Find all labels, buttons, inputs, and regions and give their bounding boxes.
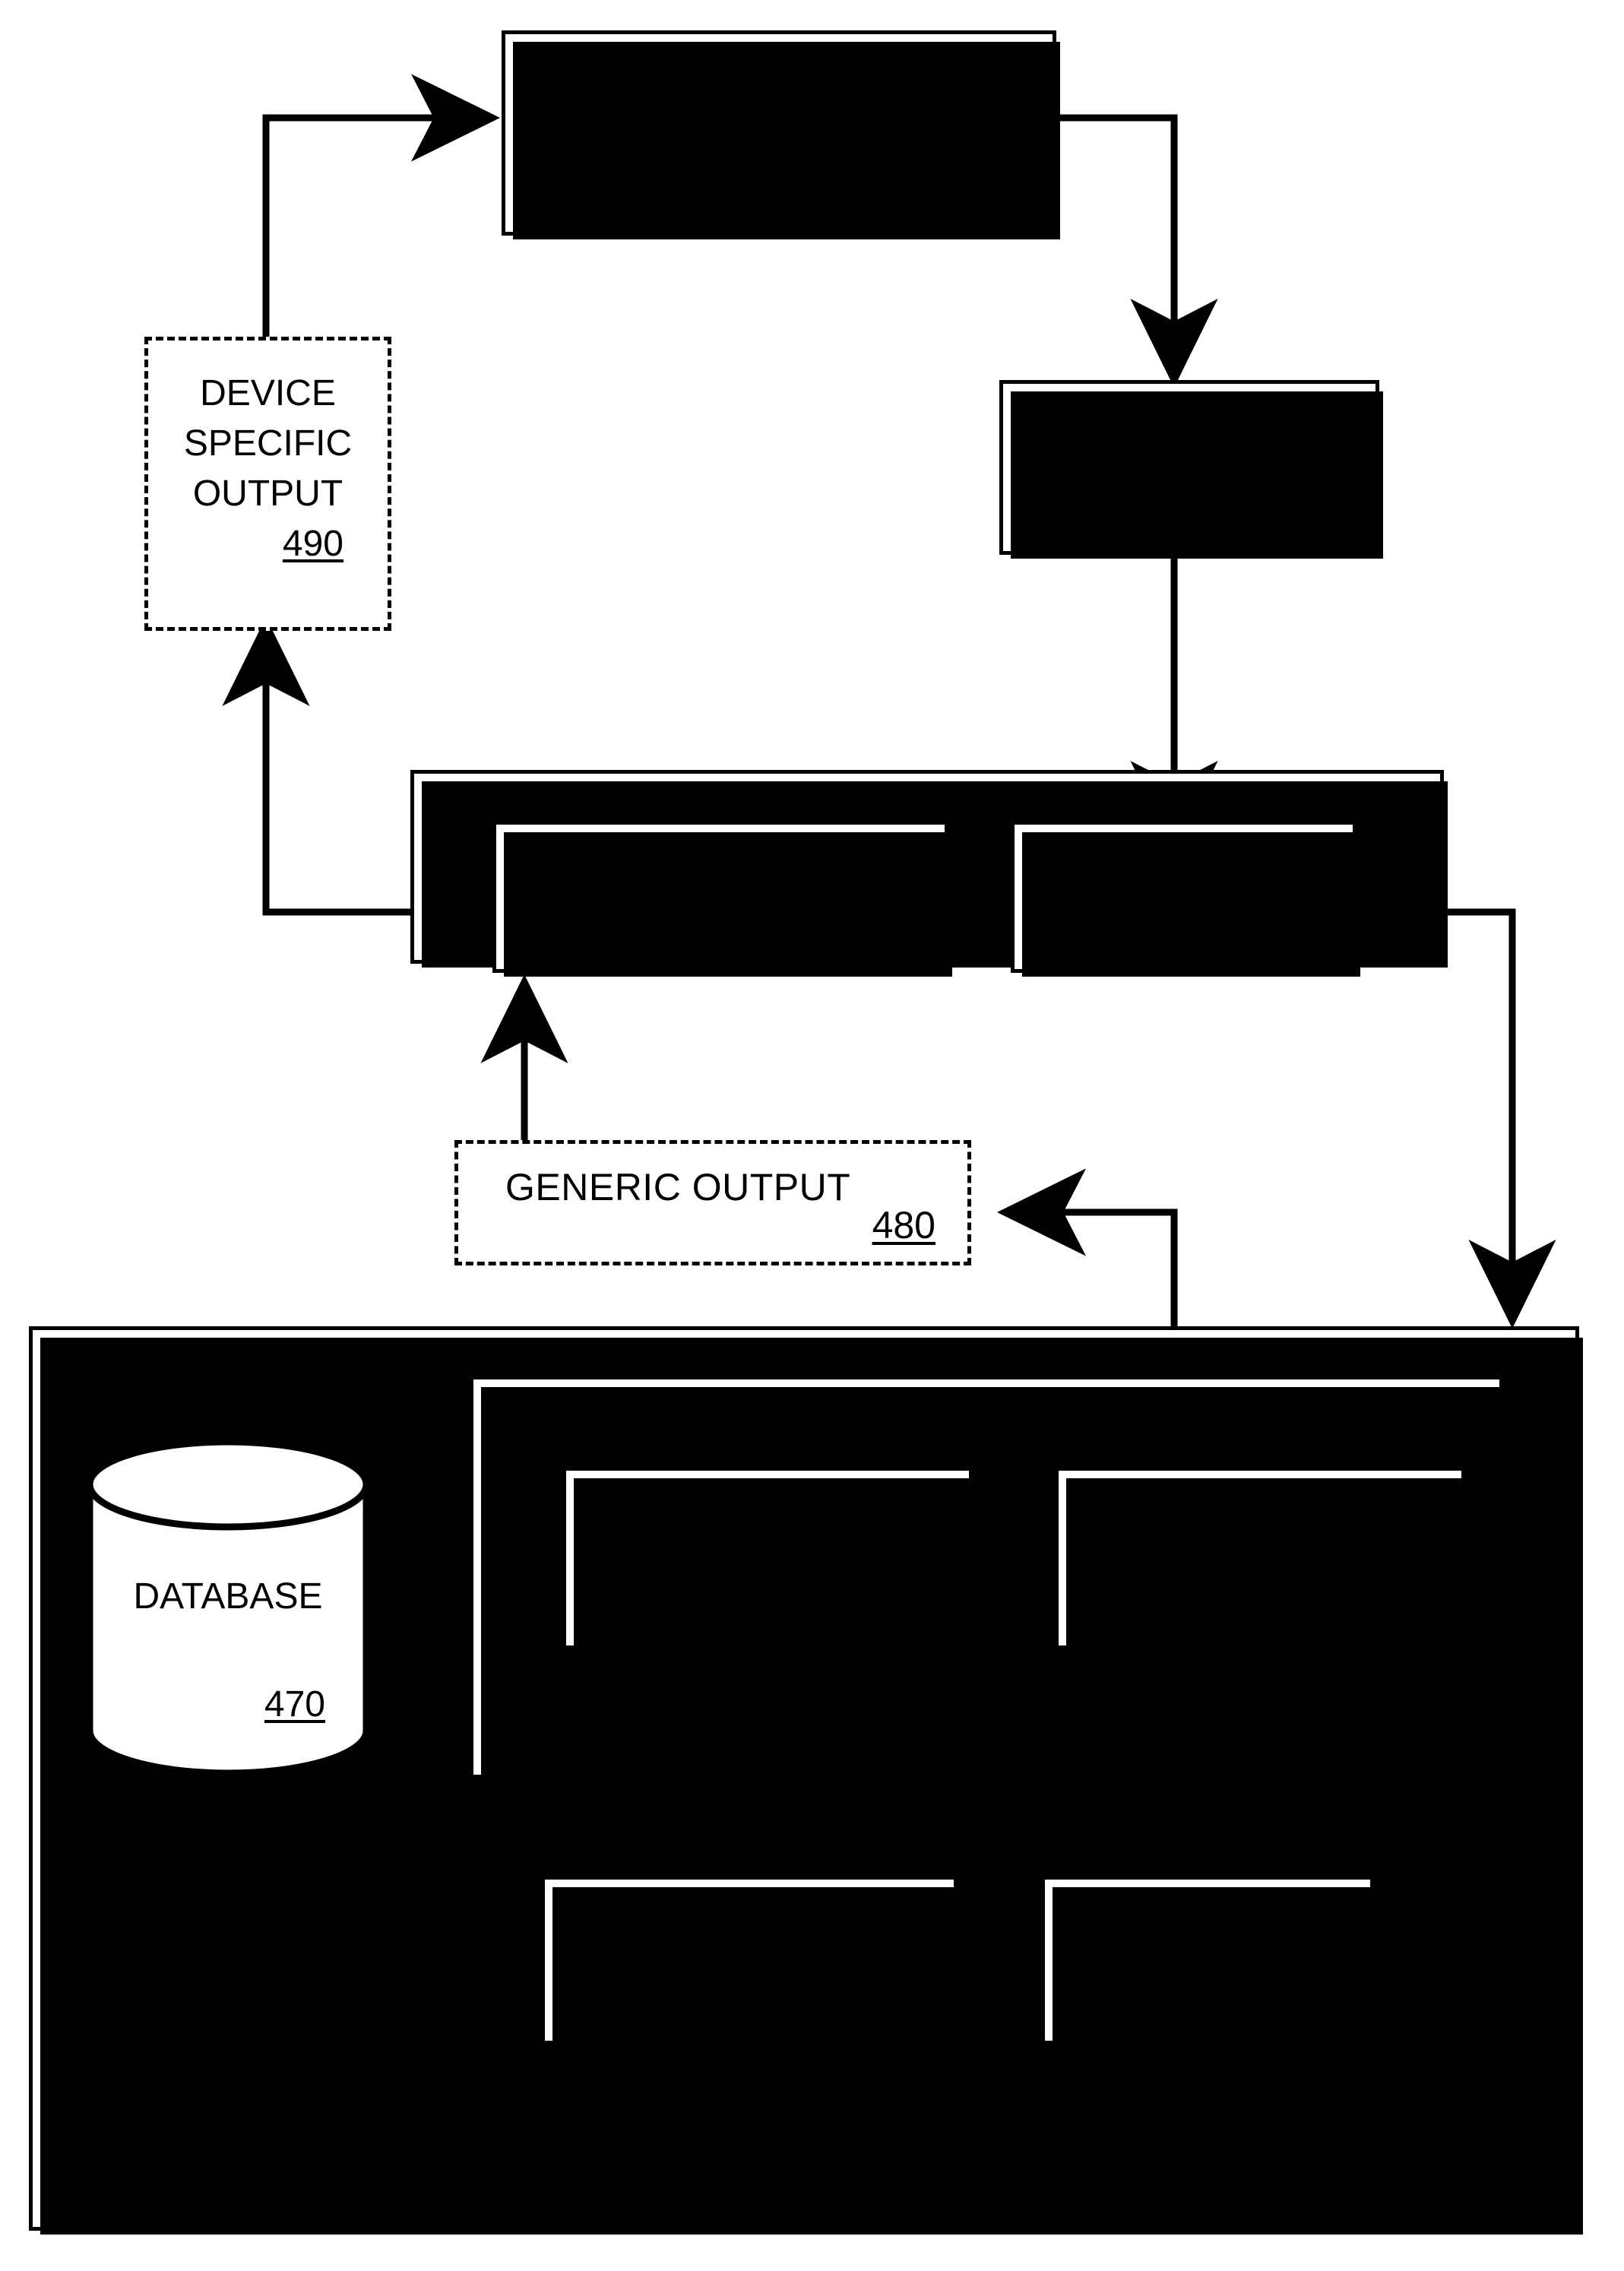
application-server-ref: 446: [866, 1953, 928, 1994]
service-linker-label-line2: LINKER: [1036, 894, 1170, 934]
device-transformer-ref: 436: [862, 901, 923, 942]
output-452-ref: 452: [791, 1543, 853, 1583]
output-452-label: OUTPUT: [609, 1543, 761, 1583]
application-server-box: APPLICATION SERVER 446: [541, 1876, 961, 2048]
wire-client-to-http-listener: [1056, 114, 1218, 388]
application-server-label-line2: SERVER: [659, 1953, 811, 1994]
client-device-label: CLIENT DEVICE: [635, 82, 923, 125]
http-server-box: HTTP SERVER 442: [1041, 1876, 1378, 2048]
output-454-box: OUTPUT 454: [1055, 1467, 1469, 1653]
output-454-ref: 454: [1284, 1543, 1346, 1583]
database-ref: 470: [264, 1684, 325, 1725]
service-linker-ref: 432: [1268, 898, 1330, 938]
http-server-label-line2: SERVER: [1077, 1953, 1229, 1994]
wire-service-linker-to-service-provider: [1360, 908, 1556, 1329]
http-listener-label-line2: LISTENER: [1045, 464, 1227, 504]
generic-output-box: GENERIC OUTPUT 480: [454, 1140, 971, 1265]
application-server-label-line1: APPLICATION: [630, 1906, 869, 1946]
http-server-ref: 442: [1283, 1953, 1344, 1994]
generic-output-ref: 480: [872, 1204, 935, 1246]
patent-figure-canvas: CLIENT DEVICE 410 DEVICE SPECIFIC OUTPUT…: [0, 0, 1624, 2271]
output-454-label: OUTPUT: [1101, 1543, 1254, 1583]
client-device-ref: 410: [949, 141, 1013, 184]
device-transformer-box: DEVICE TRANSFORMER 436: [492, 821, 952, 977]
output-452-box: OUTPUT 452: [562, 1467, 977, 1653]
database-cylinder: DATABASE 470: [84, 1438, 372, 1777]
device-specific-output-label-line2: SPECIFIC: [183, 423, 353, 464]
http-listener-box: HTTP LISTENER 420: [999, 380, 1383, 559]
service-provider-ref: 440: [1484, 2127, 1549, 2170]
generic-output-label: GENERIC OUTPUT: [505, 1166, 851, 1208]
client-device-box: CLIENT DEVICE 410: [502, 30, 1060, 239]
service-linker-box: SERVICE LINKER 432: [1011, 821, 1360, 977]
device-specific-output-label-line3: OUTPUT: [192, 474, 343, 514]
device-transformer-label-line2: TRANSFORMER: [519, 894, 806, 934]
application-ref: 450: [1379, 1693, 1444, 1736]
database-label: DATABASE: [133, 1576, 323, 1617]
http-listener-ref: 420: [1285, 470, 1347, 510]
device-transformer-label-line1: DEVICE: [519, 847, 657, 887]
wire-application-to-generic-output: [997, 1168, 1178, 1326]
http-listener-label-line1: HTTP: [1141, 413, 1237, 454]
device-specific-output-label-line1: DEVICE: [200, 373, 336, 413]
wire-dso-to-client: [262, 74, 500, 337]
device-specific-output-box: DEVICE SPECIFIC OUTPUT 490: [144, 337, 391, 631]
http-server-label-line1: HTTP: [1160, 1906, 1255, 1946]
wire-device-transformer-to-dso: [222, 617, 410, 916]
application-label: APPLICATION: [1074, 1693, 1327, 1736]
service-linker-label-line1: SERVICE: [1036, 847, 1198, 887]
service-provider-label: SERVICE PROVIDER: [1051, 2127, 1432, 2170]
device-specific-output-ref: 490: [282, 524, 343, 564]
